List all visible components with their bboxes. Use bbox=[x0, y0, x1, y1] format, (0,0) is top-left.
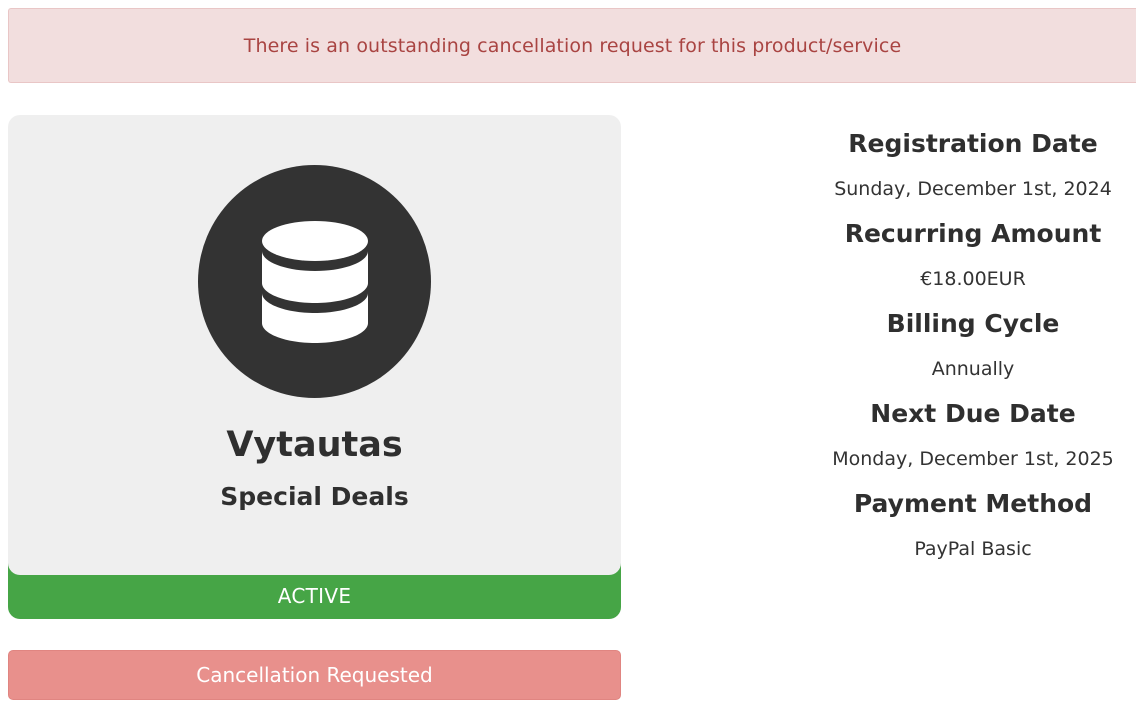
detail-value: PayPal Basic bbox=[914, 538, 1032, 560]
detail-billing-cycle: Billing Cycle Annually bbox=[808, 304, 1138, 394]
detail-next-due-date: Next Due Date Monday, December 1st, 2025 bbox=[808, 394, 1138, 484]
alert-message: There is an outstanding cancellation req… bbox=[243, 34, 902, 57]
detail-label: Payment Method bbox=[853, 489, 1093, 518]
cancellation-alert: There is an outstanding cancellation req… bbox=[8, 8, 1136, 83]
product-group: Special Deals bbox=[220, 482, 409, 511]
cancellation-requested-button[interactable]: Cancellation Requested bbox=[8, 650, 621, 700]
product-card: Vytautas Special Deals ACTIVE bbox=[8, 115, 621, 619]
detail-label: Next Due Date bbox=[870, 399, 1076, 428]
database-icon bbox=[261, 220, 368, 343]
detail-payment-method: Payment Method PayPal Basic bbox=[808, 484, 1138, 574]
detail-value: Annually bbox=[931, 358, 1015, 380]
detail-recurring-amount: Recurring Amount €18.00EUR bbox=[808, 214, 1138, 304]
detail-label: Billing Cycle bbox=[886, 309, 1060, 338]
product-icon-circle bbox=[198, 165, 431, 398]
detail-value: Monday, December 1st, 2025 bbox=[832, 448, 1114, 470]
product-name: Vytautas bbox=[226, 425, 403, 465]
detail-label: Recurring Amount bbox=[844, 219, 1102, 248]
detail-value: €18.00EUR bbox=[920, 268, 1026, 290]
service-details: Registration Date Sunday, December 1st, … bbox=[808, 124, 1138, 574]
detail-registration-date: Registration Date Sunday, December 1st, … bbox=[808, 124, 1138, 214]
status-label: ACTIVE bbox=[277, 584, 352, 608]
detail-value: Sunday, December 1st, 2024 bbox=[834, 178, 1112, 200]
detail-label: Registration Date bbox=[848, 129, 1098, 158]
card-body-bottom bbox=[8, 555, 621, 575]
